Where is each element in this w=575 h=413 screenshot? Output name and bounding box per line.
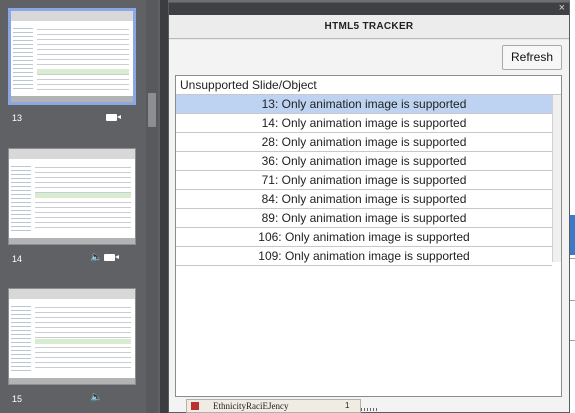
list-row[interactable]: 14: Only animation image is supported bbox=[176, 114, 552, 133]
background-window-line bbox=[570, 258, 575, 259]
list-row[interactable]: 36: Only animation image is supported bbox=[176, 152, 552, 171]
background-window-accent bbox=[570, 215, 575, 255]
panel-titlebar[interactable]: × bbox=[169, 2, 569, 15]
slide-thumbnail-content bbox=[35, 303, 131, 372]
close-icon[interactable]: × bbox=[559, 2, 565, 14]
filmstrip-panel: 13 14 🔈 15 🔈 bbox=[0, 0, 162, 413]
slide-13-icons bbox=[106, 114, 121, 121]
filmstrip-scrollbar[interactable] bbox=[146, 0, 158, 413]
list-scrollbar[interactable] bbox=[552, 95, 561, 262]
unsupported-list: Unsupported Slide/Object 13: Only animat… bbox=[175, 75, 562, 397]
flag-icon bbox=[191, 402, 199, 410]
background-library-item: EthnicityRaciEJency 1 bbox=[186, 399, 361, 413]
slide-thumbnail-band bbox=[35, 193, 131, 198]
slide-thumbnail-band bbox=[37, 69, 129, 74]
background-window-line bbox=[570, 340, 575, 341]
slide-thumbnail-footer bbox=[9, 378, 135, 384]
slide-thumbnail-band bbox=[35, 339, 131, 344]
resize-grip-icon[interactable] bbox=[361, 408, 379, 411]
refresh-button[interactable]: Refresh bbox=[502, 45, 562, 70]
list-row[interactable]: 106: Only animation image is supported bbox=[176, 228, 552, 247]
slide-thumbnail-14[interactable] bbox=[8, 148, 136, 245]
background-window-edge bbox=[570, 0, 575, 413]
slide-thumbnail-15[interactable] bbox=[8, 288, 136, 385]
list-rows: 13: Only animation image is supported 14… bbox=[176, 95, 552, 266]
slide-thumbnail-13[interactable] bbox=[8, 8, 136, 105]
slide-thumbnail-footer bbox=[11, 96, 133, 102]
list-row[interactable]: 84: Only animation image is supported bbox=[176, 190, 552, 209]
list-column-header[interactable]: Unsupported Slide/Object bbox=[176, 76, 561, 95]
slide-thumbnail-footer bbox=[9, 238, 135, 244]
slide-number: 13 bbox=[12, 113, 23, 123]
panel-divider bbox=[160, 0, 168, 413]
slide-thumbnail-header bbox=[9, 289, 135, 299]
slide-thumbnail-sidebar bbox=[11, 163, 31, 232]
html5-tracker-panel: × HTML5 TRACKER Refresh Unsupported Slid… bbox=[168, 2, 570, 413]
slide-thumbnail-header bbox=[11, 11, 133, 21]
slide-thumbnail-content bbox=[37, 25, 129, 90]
slide-15-icons: 🔈 bbox=[90, 392, 102, 403]
slide-number: 14 bbox=[12, 254, 23, 264]
slide-thumbnail-sidebar bbox=[13, 25, 33, 90]
speaker-icon: 🔈 bbox=[90, 252, 103, 263]
library-item-label: EthnicityRaciEJency bbox=[213, 401, 289, 411]
speaker-icon: 🔈 bbox=[90, 392, 103, 403]
slide-thumbnail-header bbox=[9, 149, 135, 159]
background-window-line bbox=[570, 300, 575, 301]
slide-thumbnail-sidebar bbox=[11, 303, 31, 372]
video-icon bbox=[106, 114, 121, 121]
video-icon bbox=[104, 254, 120, 261]
slide-14-icons: 🔈 bbox=[90, 252, 120, 263]
filmstrip-scroll-thumb[interactable] bbox=[148, 93, 156, 127]
list-row[interactable]: 71: Only animation image is supported bbox=[176, 171, 552, 190]
list-row[interactable]: 109: Only animation image is supported bbox=[176, 247, 552, 266]
list-row[interactable]: 13: Only animation image is supported bbox=[176, 95, 552, 114]
library-item-count: 1 bbox=[345, 401, 350, 410]
list-row[interactable]: 89: Only animation image is supported bbox=[176, 209, 552, 228]
panel-title: HTML5 TRACKER bbox=[169, 15, 569, 39]
panel-body: Refresh Unsupported Slide/Object 13: Onl… bbox=[169, 40, 569, 412]
slide-number: 15 bbox=[12, 394, 23, 404]
list-row[interactable]: 28: Only animation image is supported bbox=[176, 133, 552, 152]
